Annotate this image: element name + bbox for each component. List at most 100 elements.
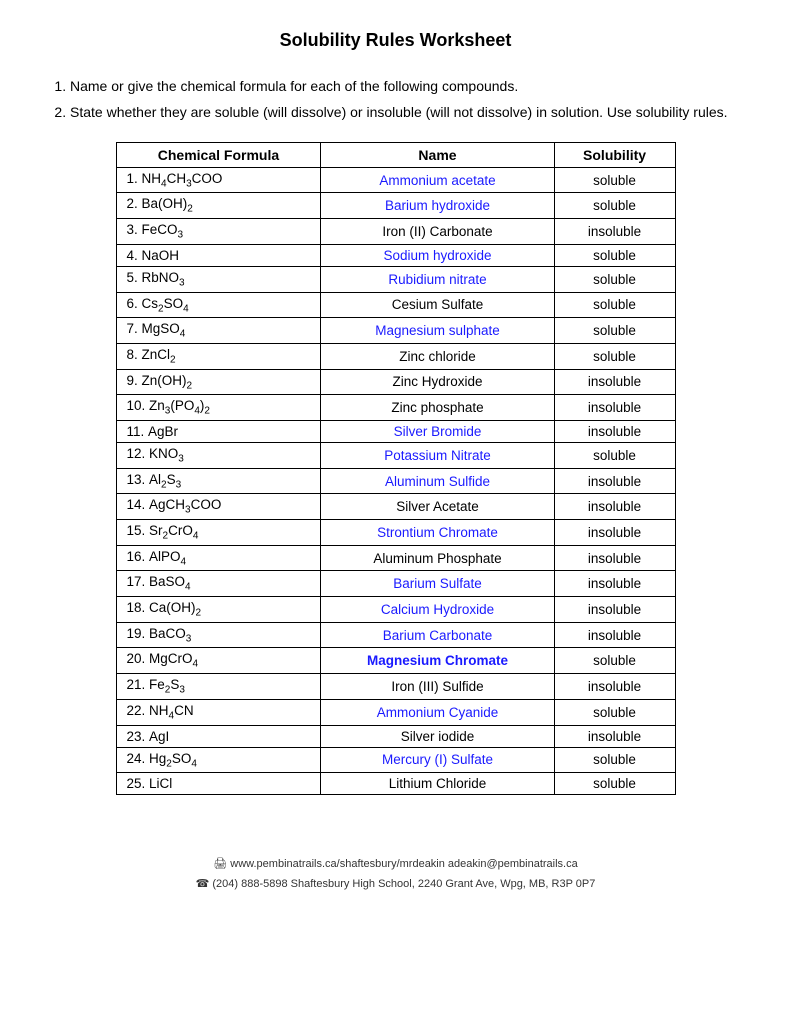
col-header-name: Name: [321, 142, 554, 167]
cell-formula: 13. Al2S3: [116, 468, 321, 494]
table-row: 9. Zn(OH)2Zinc Hydroxideinsoluble: [116, 369, 675, 395]
table-row: 14. AgCH3COOSilver Acetateinsoluble: [116, 494, 675, 520]
cell-formula: 8. ZnCl2: [116, 343, 321, 369]
cell-solubility: insoluble: [554, 494, 675, 520]
cell-name: Aluminum Phosphate: [321, 545, 554, 571]
cell-name: Cesium Sulfate: [321, 292, 554, 318]
cell-solubility: soluble: [554, 699, 675, 725]
cell-name: Silver Bromide: [321, 420, 554, 442]
cell-solubility: insoluble: [554, 219, 675, 245]
cell-name: Ammonium Cyanide: [321, 699, 554, 725]
cell-formula: 10. Zn3(PO4)2: [116, 395, 321, 421]
cell-formula: 9. Zn(OH)2: [116, 369, 321, 395]
cell-formula: 21. Fe2S3: [116, 674, 321, 700]
cell-solubility: insoluble: [554, 674, 675, 700]
solubility-table: Chemical Formula Name Solubility 1. NH4C…: [116, 142, 676, 795]
table-row: 24. Hg2SO4Mercury (I) Sulfatesoluble: [116, 747, 675, 773]
instructions-section: Name or give the chemical formula for ea…: [50, 75, 741, 124]
table-row: 25. LiClLithium Chloridesoluble: [116, 773, 675, 795]
cell-solubility: insoluble: [554, 369, 675, 395]
cell-name: Barium hydroxide: [321, 193, 554, 219]
cell-formula: 23. AgI: [116, 725, 321, 747]
cell-formula: 18. Ca(OH)2: [116, 597, 321, 623]
cell-solubility: soluble: [554, 244, 675, 266]
cell-name: Strontium Chromate: [321, 520, 554, 546]
footer-line1: 🖨 www.pembinatrails.ca/shaftesbury/mrdea…: [50, 855, 741, 875]
table-row: 20. MgCrO4Magnesium Chromatesoluble: [116, 648, 675, 674]
cell-name: Silver Acetate: [321, 494, 554, 520]
cell-name: Aluminum Sulfide: [321, 468, 554, 494]
table-row: 16. AlPO4Aluminum Phosphateinsoluble: [116, 545, 675, 571]
instruction-1: Name or give the chemical formula for ea…: [70, 75, 741, 97]
col-header-formula: Chemical Formula: [116, 142, 321, 167]
cell-solubility: insoluble: [554, 622, 675, 648]
cell-name: Mercury (I) Sulfate: [321, 747, 554, 773]
cell-name: Ammonium acetate: [321, 167, 554, 193]
cell-solubility: insoluble: [554, 545, 675, 571]
cell-formula: 4. NaOH: [116, 244, 321, 266]
table-row: 13. Al2S3Aluminum Sulfideinsoluble: [116, 468, 675, 494]
cell-formula: 1. NH4CH3COO: [116, 167, 321, 193]
cell-name: Lithium Chloride: [321, 773, 554, 795]
cell-formula: 11. AgBr: [116, 420, 321, 442]
cell-solubility: insoluble: [554, 725, 675, 747]
cell-solubility: soluble: [554, 167, 675, 193]
table-row: 21. Fe2S3Iron (III) Sulfideinsoluble: [116, 674, 675, 700]
instruction-2: State whether they are soluble (will dis…: [70, 101, 741, 123]
cell-solubility: insoluble: [554, 571, 675, 597]
cell-name: Magnesium sulphate: [321, 318, 554, 344]
cell-formula: 20. MgCrO4: [116, 648, 321, 674]
cell-solubility: soluble: [554, 266, 675, 292]
table-row: 1. NH4CH3COOAmmonium acetatesoluble: [116, 167, 675, 193]
cell-name: Iron (II) Carbonate: [321, 219, 554, 245]
cell-formula: 6. Cs2SO4: [116, 292, 321, 318]
cell-solubility: soluble: [554, 648, 675, 674]
cell-formula: 15. Sr2CrO4: [116, 520, 321, 546]
cell-formula: 14. AgCH3COO: [116, 494, 321, 520]
cell-formula: 12. KNO3: [116, 442, 321, 468]
page-title: Solubility Rules Worksheet: [50, 30, 741, 51]
table-row: 17. BaSO4Barium Sulfateinsoluble: [116, 571, 675, 597]
table-row: 8. ZnCl2Zinc chloridesoluble: [116, 343, 675, 369]
table-row: 7. MgSO4Magnesium sulphatesoluble: [116, 318, 675, 344]
cell-solubility: soluble: [554, 193, 675, 219]
cell-formula: 3. FeCO3: [116, 219, 321, 245]
cell-name: Calcium Hydroxide: [321, 597, 554, 623]
cell-solubility: insoluble: [554, 395, 675, 421]
cell-solubility: soluble: [554, 343, 675, 369]
cell-formula: 22. NH4CN: [116, 699, 321, 725]
table-header-row: Chemical Formula Name Solubility: [116, 142, 675, 167]
cell-name: Sodium hydroxide: [321, 244, 554, 266]
table-row: 3. FeCO3Iron (II) Carbonateinsoluble: [116, 219, 675, 245]
footer-line2: ☎ (204) 888-5898 Shaftesbury High School…: [50, 875, 741, 895]
table-row: 15. Sr2CrO4Strontium Chromateinsoluble: [116, 520, 675, 546]
cell-solubility: soluble: [554, 747, 675, 773]
table-row: 19. BaCO3Barium Carbonateinsoluble: [116, 622, 675, 648]
cell-solubility: soluble: [554, 292, 675, 318]
cell-formula: 17. BaSO4: [116, 571, 321, 597]
cell-name: Iron (III) Sulfide: [321, 674, 554, 700]
cell-solubility: insoluble: [554, 520, 675, 546]
table-row: 2. Ba(OH)2Barium hydroxidesoluble: [116, 193, 675, 219]
cell-formula: 24. Hg2SO4: [116, 747, 321, 773]
cell-name: Zinc Hydroxide: [321, 369, 554, 395]
cell-name: Silver iodide: [321, 725, 554, 747]
cell-name: Zinc phosphate: [321, 395, 554, 421]
table-row: 23. AgISilver iodideinsoluble: [116, 725, 675, 747]
phone-icon: ☎: [196, 878, 210, 890]
cell-name: Rubidium nitrate: [321, 266, 554, 292]
table-row: 5. RbNO3Rubidium nitratesoluble: [116, 266, 675, 292]
table-row: 18. Ca(OH)2Calcium Hydroxideinsoluble: [116, 597, 675, 623]
printer-icon: 🖨: [213, 858, 227, 870]
table-row: 4. NaOHSodium hydroxidesoluble: [116, 244, 675, 266]
cell-name: Barium Sulfate: [321, 571, 554, 597]
cell-name: Potassium Nitrate: [321, 442, 554, 468]
cell-formula: 16. AlPO4: [116, 545, 321, 571]
cell-formula: 5. RbNO3: [116, 266, 321, 292]
cell-name: Zinc chloride: [321, 343, 554, 369]
table-row: 11. AgBrSilver Bromideinsoluble: [116, 420, 675, 442]
cell-formula: 7. MgSO4: [116, 318, 321, 344]
col-header-solubility: Solubility: [554, 142, 675, 167]
cell-solubility: insoluble: [554, 597, 675, 623]
table-row: 6. Cs2SO4Cesium Sulfatesoluble: [116, 292, 675, 318]
